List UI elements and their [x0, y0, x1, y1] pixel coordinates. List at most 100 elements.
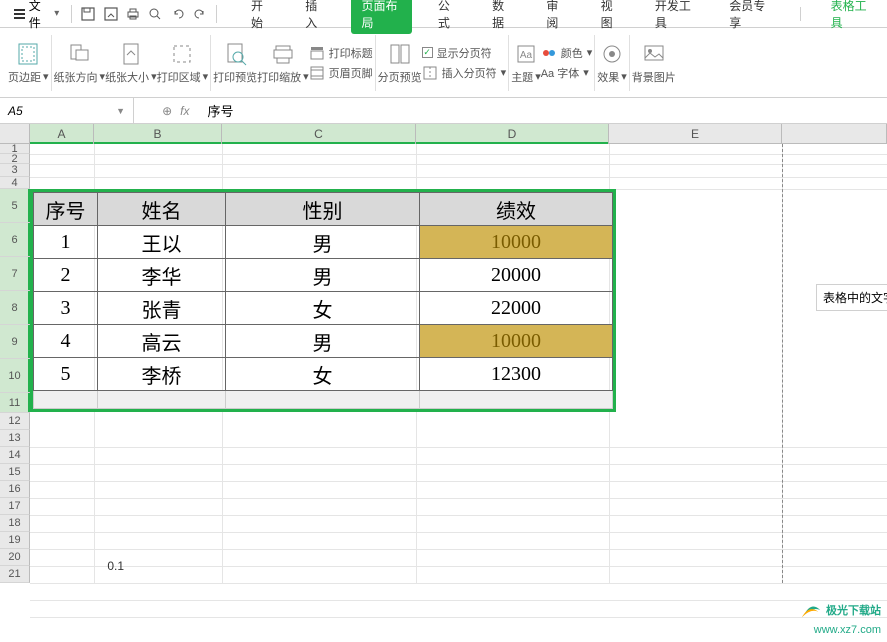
- header-footer-button[interactable]: 页眉页脚: [309, 65, 373, 81]
- row-header-12[interactable]: 12: [0, 413, 30, 430]
- col-header-e[interactable]: E: [609, 124, 782, 143]
- cell[interactable]: 2: [34, 259, 98, 292]
- page-preview-button[interactable]: 分页预览: [378, 41, 422, 85]
- cell[interactable]: [34, 391, 98, 409]
- cell[interactable]: 男: [226, 259, 420, 292]
- page-preview-label: 分页预览: [378, 69, 422, 85]
- menu-bar: 文件 ▾ 开始 插入 页面布局 公式 数据 审阅 视图 开发工具 会员专享 表格…: [0, 0, 887, 28]
- row-header-10[interactable]: 10: [0, 359, 30, 393]
- orientation-button[interactable]: 纸张方向▾: [54, 41, 106, 85]
- formula-input[interactable]: 序号: [199, 101, 887, 120]
- show-breaks-checkbox[interactable]: ✓显示分页符: [422, 45, 507, 61]
- row-header-15[interactable]: 15: [0, 464, 30, 481]
- select-all-corner[interactable]: [0, 124, 30, 143]
- print-area-button[interactable]: 打印区域▾: [157, 41, 209, 85]
- tab-start[interactable]: 开始: [243, 0, 279, 34]
- cell[interactable]: [226, 391, 420, 409]
- cell[interactable]: 5: [34, 358, 98, 391]
- cell[interactable]: 男: [226, 325, 420, 358]
- name-box[interactable]: A5 ▼: [0, 98, 134, 123]
- cell[interactable]: 王以: [98, 226, 226, 259]
- col-header-empty[interactable]: [782, 124, 887, 143]
- row-header-2[interactable]: 2: [0, 154, 30, 164]
- cell[interactable]: 男: [226, 226, 420, 259]
- cell[interactable]: 22000: [420, 292, 613, 325]
- tab-member[interactable]: 会员专享: [721, 0, 777, 34]
- row-header-6[interactable]: 6: [0, 223, 30, 257]
- tab-insert[interactable]: 插入: [297, 0, 333, 34]
- print-scale-button[interactable]: 打印缩放▾: [257, 41, 309, 85]
- cell[interactable]: 4: [34, 325, 98, 358]
- file-menu[interactable]: 文件 ▾: [8, 0, 65, 33]
- cell[interactable]: 女: [226, 292, 420, 325]
- insert-breaks-button[interactable]: 插入分页符▾: [422, 65, 507, 81]
- row-header-7[interactable]: 7: [0, 257, 30, 291]
- row-header-16[interactable]: 16: [0, 481, 30, 498]
- header-cell[interactable]: 绩效: [420, 193, 613, 226]
- print-preview-icon[interactable]: [145, 3, 165, 25]
- tab-developer[interactable]: 开发工具: [647, 0, 703, 34]
- tab-page-layout[interactable]: 页面布局: [351, 0, 411, 34]
- selected-range[interactable]: 序号 姓名 性别 绩效 1 王以 男 10000 2 李华 男: [30, 189, 616, 412]
- redo-icon[interactable]: [190, 3, 210, 25]
- col-header-b[interactable]: B: [94, 124, 222, 143]
- header-cell[interactable]: 姓名: [98, 193, 226, 226]
- cell[interactable]: 20000: [420, 259, 613, 292]
- row-header-18[interactable]: 18: [0, 515, 30, 532]
- row-header-9[interactable]: 9: [0, 325, 30, 359]
- print-preview-button[interactable]: 打印预览: [213, 41, 257, 85]
- tab-formula[interactable]: 公式: [430, 0, 466, 34]
- row-header-5[interactable]: 5: [0, 189, 30, 223]
- header-cell[interactable]: 性别: [226, 193, 420, 226]
- cell-highlighted[interactable]: 10000: [420, 226, 613, 259]
- cell[interactable]: 1: [34, 226, 98, 259]
- tab-data[interactable]: 数据: [484, 0, 520, 34]
- save-icon[interactable]: [78, 3, 98, 25]
- cell[interactable]: 李桥: [98, 358, 226, 391]
- cell[interactable]: 张青: [98, 292, 226, 325]
- row-header-19[interactable]: 19: [0, 532, 30, 549]
- col-header-c[interactable]: C: [222, 124, 416, 143]
- themes-button[interactable]: Aa 主题▾: [511, 41, 541, 85]
- cell-value-stray[interactable]: 0.1: [68, 559, 124, 573]
- cell[interactable]: 12300: [420, 358, 613, 391]
- print-icon[interactable]: [123, 3, 143, 25]
- search-icon[interactable]: ⊕: [162, 104, 172, 118]
- tab-table-tools[interactable]: 表格工具: [823, 0, 879, 34]
- tab-review[interactable]: 审阅: [538, 0, 574, 34]
- cell[interactable]: 3: [34, 292, 98, 325]
- cell[interactable]: [98, 391, 226, 409]
- formula-tools: ✕ ⊕ fx: [134, 104, 199, 118]
- row-header-11[interactable]: 11: [0, 393, 30, 413]
- cell[interactable]: [420, 391, 613, 409]
- colors-button[interactable]: 颜色▾: [541, 45, 593, 61]
- print-titles-button[interactable]: 打印标题: [309, 45, 373, 61]
- divider: [629, 35, 630, 91]
- col-header-d[interactable]: D: [416, 124, 609, 143]
- row-header-8[interactable]: 8: [0, 291, 30, 325]
- header-cell[interactable]: 序号: [34, 193, 98, 226]
- fonts-button[interactable]: Aa 字体▾: [541, 65, 593, 81]
- row-header-3[interactable]: 3: [0, 164, 30, 177]
- row-header-21[interactable]: 21: [0, 566, 30, 583]
- cells-area[interactable]: 序号 姓名 性别 绩效 1 王以 男 10000 2 李华 男: [30, 144, 887, 583]
- save-as-icon[interactable]: [101, 3, 121, 25]
- fx-icon[interactable]: fx: [180, 104, 189, 118]
- row-header-20[interactable]: 20: [0, 549, 30, 566]
- cell[interactable]: 李华: [98, 259, 226, 292]
- cell-highlighted[interactable]: 10000: [420, 325, 613, 358]
- row-header-14[interactable]: 14: [0, 447, 30, 464]
- col-header-a[interactable]: A: [30, 124, 94, 143]
- row-header-17[interactable]: 17: [0, 498, 30, 515]
- row-header-4[interactable]: 4: [0, 177, 30, 189]
- size-button[interactable]: 纸张大小▾: [105, 41, 157, 85]
- margins-button[interactable]: 页边距▾: [8, 41, 49, 85]
- cell[interactable]: 高云: [98, 325, 226, 358]
- cell[interactable]: 女: [226, 358, 420, 391]
- tab-view[interactable]: 视图: [593, 0, 629, 34]
- bg-image-button[interactable]: 背景图片: [632, 41, 676, 85]
- gridline: [30, 164, 887, 165]
- row-header-13[interactable]: 13: [0, 430, 30, 447]
- effects-button[interactable]: 效果▾: [597, 41, 627, 85]
- undo-icon[interactable]: [167, 3, 187, 25]
